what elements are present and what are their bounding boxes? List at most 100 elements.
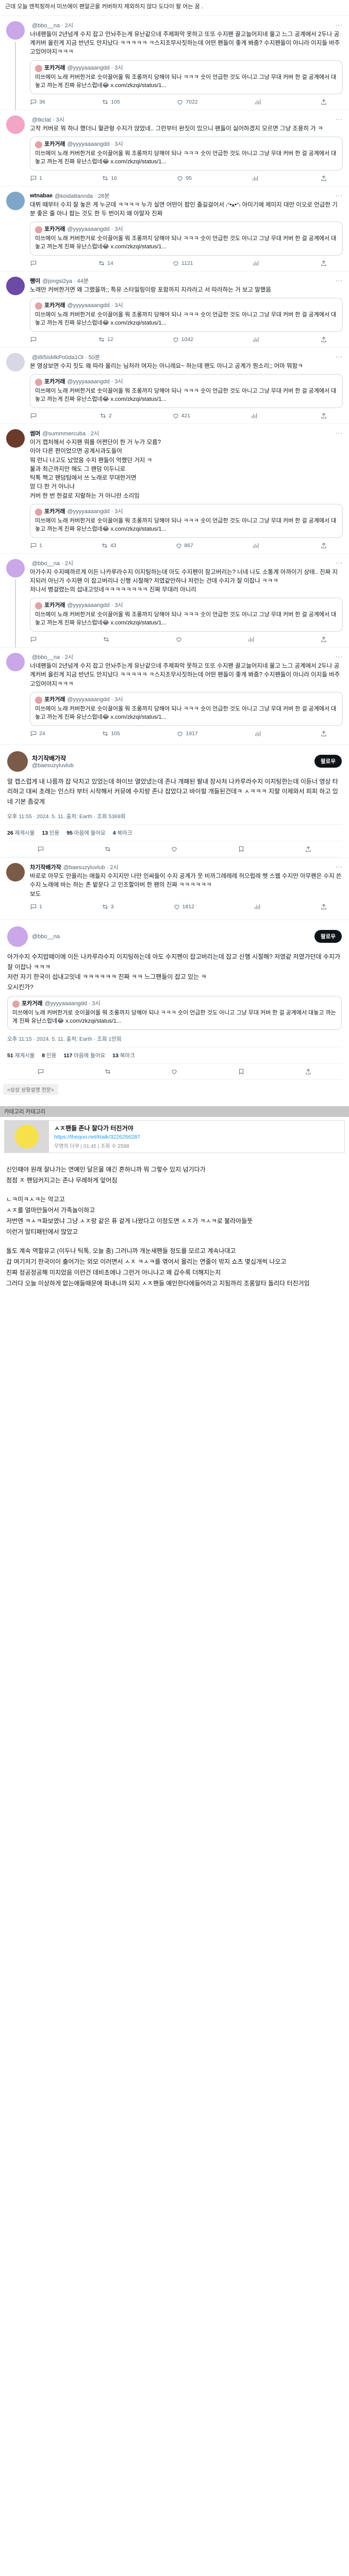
more-icon[interactable]: ···	[336, 560, 343, 566]
views-button[interactable]	[252, 175, 261, 182]
author-name[interactable]: 썸머	[30, 429, 40, 437]
link-title[interactable]: ㅅㅈ팬들 존나 찰다가 터진거야	[54, 1124, 339, 1132]
reply-button[interactable]	[30, 636, 39, 643]
like-button[interactable]	[175, 636, 185, 643]
views-button[interactable]	[252, 542, 261, 549]
author-handle[interactable]: @bbo__na	[32, 934, 310, 940]
like-button[interactable]: 7022	[176, 98, 198, 106]
author-handle[interactable]: @baesuzyluvlub · 2시	[63, 863, 119, 871]
quoted-tweet[interactable]: 포카거래 @yyyyaaaangdd · 3시 미쓰에이 노래 커버한거로 숫이끌어…	[30, 136, 343, 171]
author-handle[interactable]: @baesuzyluvlub	[32, 762, 310, 769]
author-name[interactable]: 차기작배가작	[30, 863, 61, 871]
author-handle[interactable]: @koidattannda · 28분	[55, 192, 109, 200]
reply-icon[interactable]	[37, 845, 44, 853]
tweet[interactable]: @bbo__na · 2시 ··· 아가수지 수지떼까르게 이든 나카루라수지 이지…	[0, 553, 349, 649]
tweet[interactable]: @i8i5isMkPo0da1Ol · 50분 ··· 본 영상보면 수지 짓도 왜…	[0, 347, 349, 423]
retweet-button[interactable]: 105	[102, 730, 120, 737]
stat-likes[interactable]: 117 마음에 들어요	[63, 1052, 105, 1059]
follow-button[interactable]: 팔로우	[314, 755, 342, 768]
retweet-icon[interactable]	[104, 845, 111, 853]
stat-retweets[interactable]: 51 재게시물	[7, 1052, 35, 1059]
follow-button[interactable]: 팔로우	[314, 930, 342, 943]
quoted-tweet[interactable]: 포카거래 @yyyyaaaangdd · 3시 미쓰에이 노래 커버한거로 숫이끌어…	[30, 374, 343, 408]
retweet-button[interactable]: 16	[102, 175, 117, 182]
retweet-button[interactable]: 43	[101, 542, 117, 549]
avatar[interactable]	[6, 21, 25, 40]
stat-retweets[interactable]: 26 재게시물	[7, 829, 35, 837]
author-handle[interactable]: @bbo__na · 2시	[32, 21, 73, 29]
more-icon[interactable]: ···	[336, 864, 343, 870]
reply-button[interactable]: 36	[30, 98, 45, 106]
more-icon[interactable]: ···	[336, 430, 343, 436]
share-button[interactable]	[320, 336, 327, 343]
retweet-button[interactable]: 2	[99, 412, 112, 419]
retweet-button[interactable]: 14	[98, 260, 113, 267]
like-button[interactable]: 95	[176, 175, 192, 182]
more-icon[interactable]: ···	[336, 354, 343, 360]
share-button[interactable]	[320, 175, 327, 182]
retweet-button[interactable]	[103, 636, 112, 643]
avatar[interactable]	[6, 558, 25, 578]
avatar[interactable]	[6, 276, 25, 295]
views-button[interactable]	[254, 98, 263, 106]
retweet-icon[interactable]	[104, 1068, 111, 1075]
author-handle[interactable]: @jongsi2ya · 44분	[42, 277, 89, 285]
reply-icon[interactable]	[37, 1068, 44, 1075]
avatar[interactable]	[6, 352, 25, 371]
quoted-tweet[interactable]: 포카거래 @yyyyaaaangdd · 3시 미쓰에이 노래 커버한거로 숫이끌어…	[30, 598, 343, 632]
more-icon[interactable]: ···	[336, 116, 343, 123]
views-button[interactable]	[254, 903, 261, 910]
share-button[interactable]	[320, 98, 327, 106]
reply-button[interactable]	[30, 412, 39, 419]
avatar[interactable]	[6, 429, 25, 448]
link-url[interactable]: https://theqoo.net/ktalk/3226266287	[54, 1134, 339, 1140]
views-button[interactable]	[252, 260, 261, 267]
more-icon[interactable]: ···	[336, 22, 343, 28]
avatar[interactable]	[7, 926, 28, 947]
reply-button[interactable]: 1	[30, 903, 42, 910]
like-button[interactable]: 1812	[173, 903, 194, 910]
like-button[interactable]: 1917	[176, 730, 198, 737]
share-button[interactable]	[320, 903, 327, 910]
share-button[interactable]	[320, 730, 327, 737]
reply-button[interactable]	[30, 336, 39, 343]
like-icon[interactable]	[171, 1068, 178, 1075]
stat-bookmarks[interactable]: 4 북마크	[113, 829, 132, 837]
author-name[interactable]: wtnabae	[30, 193, 53, 199]
quoted-tweet[interactable]: 포카거래 @yyyyaaaangdd · 3시 미쓰에이 노래 커버한거로 숫이끌어…	[30, 222, 343, 256]
like-button[interactable]: 1042	[172, 336, 193, 343]
avatar[interactable]	[6, 191, 25, 210]
tweet[interactable]: wtnabae @koidattannda · 28분 ··· 대뷔 때부터 수지 잘…	[0, 185, 349, 271]
tweet[interactable]: @bbo__na · 2시 ··· 너네팬들이 2년넘게 수지 잡고 안놔주는게 유…	[0, 647, 349, 741]
share-button[interactable]	[320, 412, 327, 419]
like-button[interactable]: 1121	[172, 260, 193, 267]
retweet-button[interactable]: 12	[98, 336, 113, 343]
quoted-tweet[interactable]: 포카거래 @yyyyaaaangdd · 3시 미쓰에이 노래 커버한거로 숫이끌어…	[30, 298, 343, 332]
views-button[interactable]	[251, 412, 260, 419]
tweet[interactable]: 썸머 @summmercuba · 2시 ··· 이거 캡처해서 수지팬 뭐를 어쩐단…	[0, 423, 349, 553]
quoted-tweet[interactable]: 포카거래 @yyyyaaaangdd · 3시 미쓰에이 노래 커버한거로 숫이끌어…	[30, 60, 343, 94]
avatar[interactable]	[6, 653, 25, 672]
reply-button[interactable]: 24	[30, 730, 45, 737]
author-name[interactable]: 차기작배가작	[32, 754, 310, 762]
avatar[interactable]	[6, 115, 25, 134]
tweet[interactable]: 차기작배가작 @baesuzyluvlub · 2시 ··· 바로로 아무도 안…	[0, 857, 349, 914]
quoted-tweet[interactable]: 포카거래 @yyyyaaaangdd · 3시 미쓰에이 노래 커버한거로 숫이끌어…	[30, 691, 343, 726]
tweet[interactable]: @tkclat · 3시 ··· 고작 커버로 뭐 하냐 했더니 혈관형 수지가 앉…	[0, 109, 349, 186]
retweet-button[interactable]: 105	[102, 98, 120, 106]
link-card[interactable]: ㅅㅈ팬들 존나 찰다가 터진거야 https://theqoo.net/ktal…	[4, 1120, 345, 1153]
more-icon[interactable]: ···	[336, 278, 343, 284]
author-handle[interactable]: @summmercuba · 2시	[42, 429, 99, 437]
quoted-tweet[interactable]: 포카거래 @yyyyaaaangdd · 3시 미쓰에이 노래 커버한거로 숫이끌어…	[30, 503, 343, 538]
reply-button[interactable]	[30, 260, 39, 267]
tweet[interactable]: 쨍이 @jongsi2ya · 44분 ··· 노래만 커버한거면 왜 그랬을까;; …	[0, 270, 349, 347]
stat-likes[interactable]: 95 마음에 들어요	[67, 829, 106, 837]
share-icon[interactable]	[305, 1068, 312, 1075]
stat-bookmarks[interactable]: 13 북마크	[112, 1052, 135, 1059]
views-button[interactable]	[247, 636, 257, 643]
views-button[interactable]	[254, 730, 263, 737]
avatar[interactable]	[7, 751, 28, 772]
author-handle[interactable]: @i8i5isMkPo0da1Ol · 50분	[32, 353, 100, 361]
author-handle[interactable]: @bbo__na · 2시	[32, 653, 73, 661]
author-handle[interactable]: @tkclat · 3시	[32, 115, 64, 124]
